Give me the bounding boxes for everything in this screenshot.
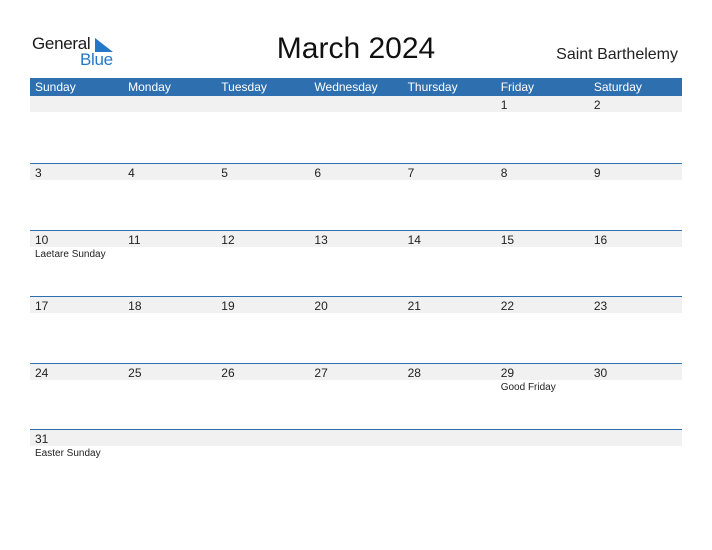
day-number: 2: [593, 98, 601, 112]
day-number: 16: [593, 232, 608, 247]
day-cell-17: 17: [30, 297, 123, 363]
day-number: 30: [593, 365, 608, 380]
weekday-wednesday: Wednesday: [314, 80, 378, 94]
week-row: 17 18 19 20 21 22 23: [30, 296, 682, 363]
day-number: 18: [128, 299, 142, 313]
day-cell-10: 10 Laetare Sunday: [30, 231, 123, 297]
empty-day-cell: [309, 96, 402, 163]
week-row: 3 4 5 6 7 8 9: [30, 163, 682, 230]
day-cell-23: 23: [589, 297, 682, 363]
weekday-friday: Friday: [500, 80, 535, 94]
region-label: Saint Barthelemy: [556, 46, 678, 63]
day-number: 1: [500, 98, 508, 112]
day-number: 5: [221, 166, 228, 180]
day-number: 27: [314, 365, 328, 380]
day-cell-29: 29 Good Friday: [496, 364, 589, 430]
day-cell-13: 13: [309, 231, 402, 297]
day-cell-4: 4: [123, 164, 216, 230]
calendar-grid: Sunday Monday Tuesday Wednesday Thursday Frid…: [30, 78, 682, 496]
day-number: 7: [407, 166, 415, 180]
weekday-sunday: Sunday: [35, 80, 76, 94]
holiday-label: Easter Sunday: [35, 448, 101, 459]
day-cell-12: 12: [216, 231, 309, 297]
day-cell-20: 20: [309, 297, 402, 363]
empty-day-cell: [309, 430, 402, 496]
weekday-thursday: Thursday: [407, 80, 458, 94]
day-number: 4: [128, 166, 135, 180]
day-cell-18: 18: [123, 297, 216, 363]
empty-day-cell: [216, 96, 309, 163]
day-number: 11: [128, 232, 141, 247]
week-row: 10 Laetare Sunday 11 12 13 14 15 16: [30, 229, 682, 297]
day-cell-28: 28: [403, 364, 496, 430]
day-number: 15: [500, 232, 515, 247]
day-number: 8: [500, 166, 508, 180]
day-number: 22: [500, 299, 515, 313]
day-number: 28: [407, 365, 421, 380]
day-number: 20: [314, 299, 328, 313]
day-number: 9: [593, 166, 601, 180]
day-cell-31: 31 Easter Sunday: [30, 430, 123, 496]
weekday-tuesday: Tuesday: [221, 80, 267, 94]
day-number: 23: [593, 299, 608, 313]
weekday-header: Sunday Monday Tuesday Wednesday Thursday Frid…: [30, 78, 682, 96]
day-number: 19: [221, 299, 235, 313]
day-number: 6: [314, 166, 322, 180]
day-cell-25: 25: [123, 364, 216, 430]
day-cell-21: 21: [403, 297, 496, 363]
empty-day-cell: [216, 430, 309, 496]
day-number: 12: [221, 232, 235, 247]
day-cell-19: 19: [216, 297, 309, 363]
weekday-monday: Monday: [128, 80, 171, 94]
weekday-saturday: Saturday: [593, 80, 642, 94]
day-cell-22: 22: [496, 297, 589, 363]
day-cell-30: 30: [589, 364, 682, 430]
holiday-label: Laetare Sunday: [35, 248, 106, 260]
day-number: 10: [35, 232, 49, 247]
day-cell-2: 2: [589, 96, 682, 163]
week-row: 12: [30, 96, 682, 163]
empty-day-cell: [123, 430, 216, 496]
empty-day-cell: [123, 96, 216, 163]
day-number: 31: [35, 432, 49, 446]
day-number: 17: [35, 299, 49, 313]
empty-day-cell: [403, 96, 496, 163]
day-cell-14: 14: [403, 231, 496, 297]
day-number: 26: [221, 365, 235, 380]
day-cell-11: 11: [123, 231, 216, 297]
day-number: 21: [407, 299, 421, 313]
day-number: 25: [128, 365, 142, 380]
day-cell-16: 16: [589, 231, 682, 297]
empty-day-cell: [403, 430, 496, 496]
day-cell-26: 26: [216, 364, 309, 430]
day-cell-9: 9: [589, 164, 682, 230]
day-cell-27: 27: [309, 364, 402, 430]
holiday-label: Good Friday: [500, 381, 556, 393]
day-cell-6: 6: [309, 164, 402, 230]
empty-day-cell: [30, 96, 123, 163]
week-row: 31 Easter Sunday: [30, 429, 682, 496]
day-cell-24: 24: [30, 364, 123, 430]
weeks-container: 1 2 3 4 5 6 7 8 9 10 Laetare Sunday 11 12 13 14 15 16 17 1…: [30, 96, 682, 496]
day-number: 24: [35, 365, 49, 380]
day-number: 29: [500, 365, 515, 380]
day-cell-5: 5: [216, 164, 309, 230]
day-number: 13: [314, 232, 328, 247]
week-row: 24 25 26 27 28 29 Good Friday 30: [30, 362, 682, 430]
day-cell-3: 3: [30, 164, 123, 230]
day-cell-1: 1: [496, 96, 589, 163]
day-cell-8: 8: [496, 164, 589, 230]
day-cell-7: 7: [403, 164, 496, 230]
day-number: 14: [407, 232, 421, 247]
empty-day-cell: [496, 430, 589, 496]
empty-day-cell: [589, 430, 682, 496]
day-cell-15: 15: [496, 231, 589, 297]
day-number: 3: [35, 166, 42, 180]
